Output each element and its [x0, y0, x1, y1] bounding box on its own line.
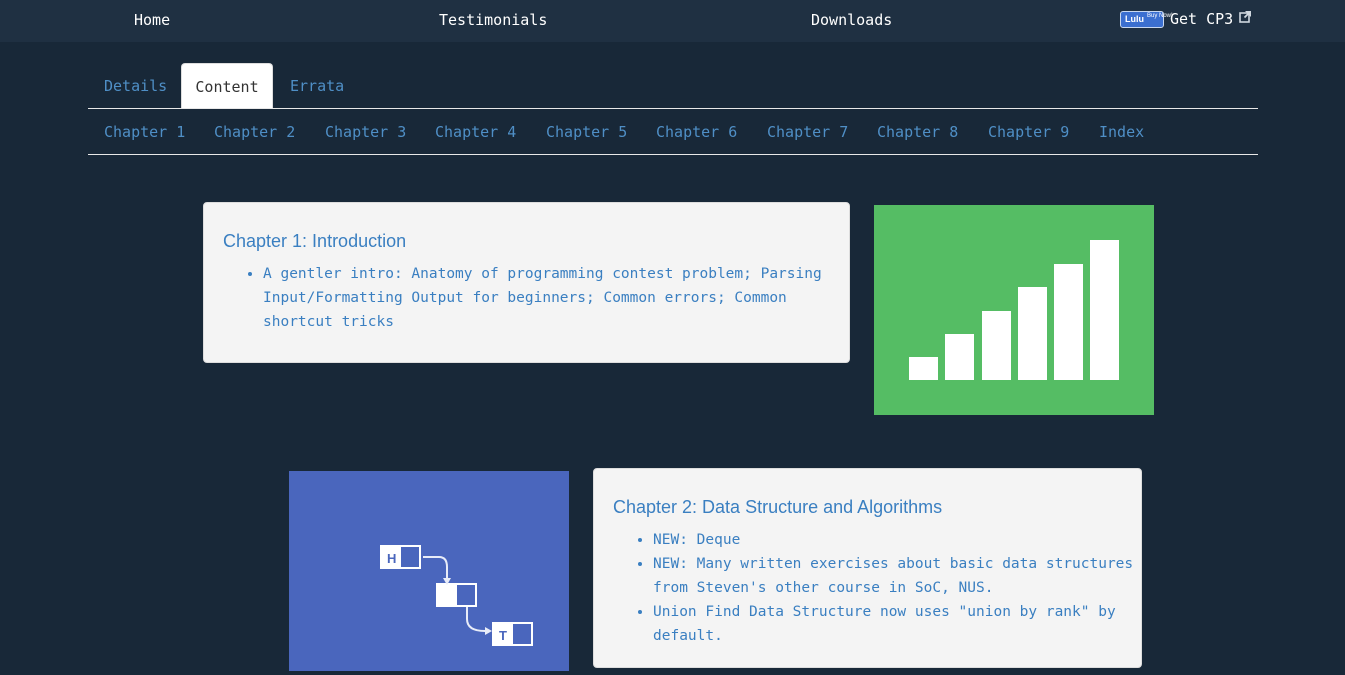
chapter-2-title: Chapter 2: Data Structure and Algorithms [613, 497, 943, 517]
chapter-1-title: Chapter 1: Introduction [223, 231, 407, 251]
chapter-link-7[interactable]: Chapter 7 [767, 109, 848, 155]
list-item: NEW: Deque [653, 528, 1143, 552]
chapter-nav: Chapter 1 Chapter 2 Chapter 3 Chapter 4 … [88, 109, 1258, 155]
lulu-buy-now-logo: Lulu Buy Now! [1120, 11, 1173, 28]
chapter-link-3[interactable]: Chapter 3 [325, 109, 406, 155]
chapter-link-5[interactable]: Chapter 5 [546, 109, 627, 155]
list-item: NEW: Many written exercises about basic … [653, 552, 1143, 600]
chapter-link-4[interactable]: Chapter 4 [435, 109, 516, 155]
nav-downloads[interactable]: Downloads [811, 11, 892, 29]
head-label: H [387, 551, 396, 566]
nav-get-cp3[interactable]: Lulu Buy Now! Get CP3 [1120, 10, 1252, 28]
list-item: Union Find Data Structure now uses "unio… [653, 600, 1143, 648]
tail-label: T [499, 628, 507, 643]
tab-content[interactable]: Content [181, 63, 273, 108]
nav-home[interactable]: Home [134, 11, 170, 29]
index-link[interactable]: Index [1099, 109, 1144, 155]
chapter-link-8[interactable]: Chapter 8 [877, 109, 958, 155]
bar-chart-icon [874, 205, 1154, 415]
content-tabs: Details Content Errata [88, 63, 1258, 109]
tab-details[interactable]: Details [88, 63, 183, 108]
nav-testimonials[interactable]: Testimonials [439, 11, 547, 29]
list-item: A gentler intro: Anatomy of programming … [263, 262, 823, 334]
chapter-1-list: A gentler intro: Anatomy of programming … [223, 262, 823, 334]
chapter-link-1[interactable]: Chapter 1 [104, 109, 185, 155]
linked-list-icon: H T [289, 471, 569, 671]
chapter-2-card: Chapter 2: Data Structure and Algorithms… [593, 468, 1142, 668]
chapter-link-6[interactable]: Chapter 6 [656, 109, 737, 155]
chapter-link-2[interactable]: Chapter 2 [214, 109, 295, 155]
tab-errata[interactable]: Errata [274, 63, 360, 108]
chapter-1-card: Chapter 1: Introduction A gentler intro:… [203, 202, 850, 363]
chapter-link-9[interactable]: Chapter 9 [988, 109, 1069, 155]
external-link-icon [1239, 10, 1252, 26]
get-cp3-label: Get CP3 [1170, 10, 1234, 28]
chapter-2-list: NEW: Deque NEW: Many written exercises a… [613, 528, 1143, 648]
top-navbar: Home Testimonials Downloads Lulu Buy Now… [0, 0, 1345, 42]
